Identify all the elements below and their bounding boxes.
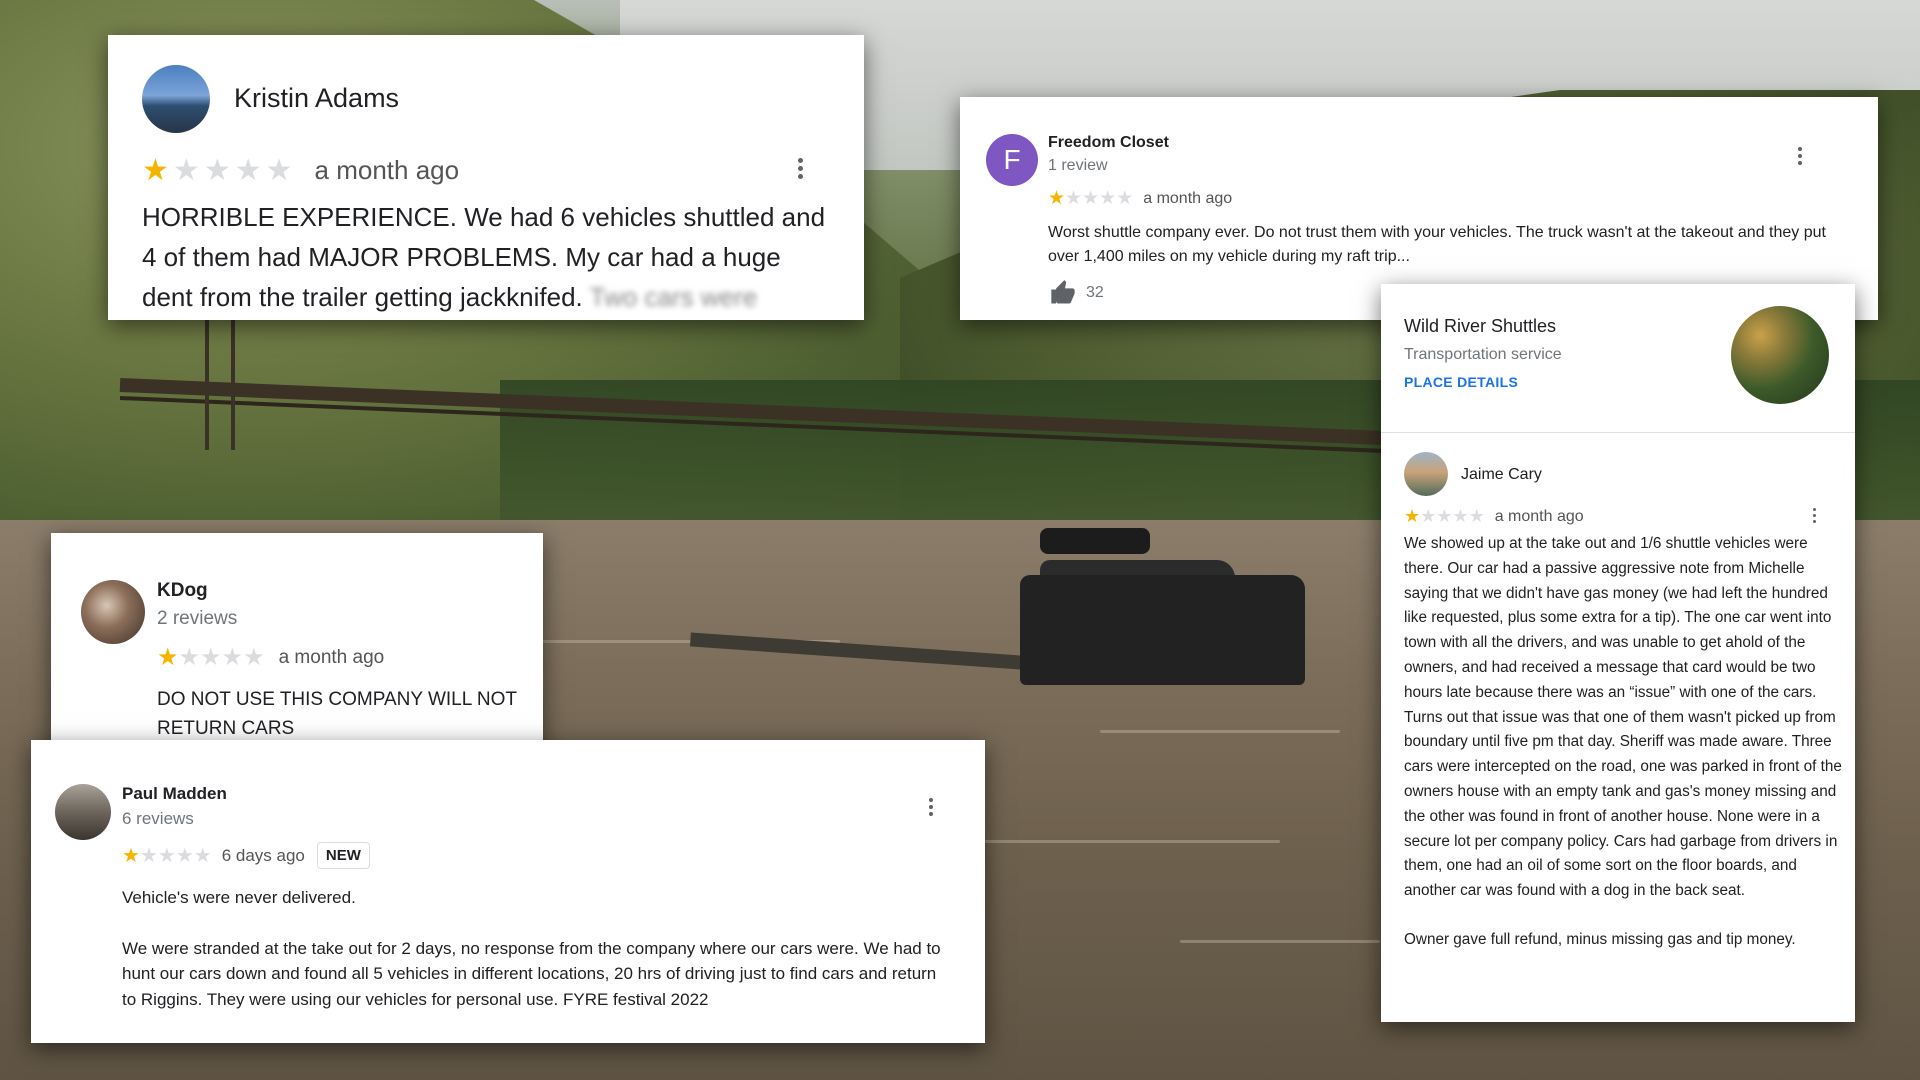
rating-row: ★ ★ ★ ★ ★ a month ago [142, 153, 459, 188]
reviewer-name[interactable]: KDog [157, 580, 208, 602]
star-empty-icon: ★ [1420, 506, 1437, 526]
star-empty-icon: ★ [1116, 188, 1134, 209]
review-text: HORRIBLE EXPERIENCE. We had 6 vehicles s… [142, 197, 832, 317]
star-filled-icon: ★ [1404, 506, 1421, 526]
business-name[interactable]: Wild River Shuttles [1404, 316, 1556, 337]
review-time: a month ago [314, 155, 460, 185]
review-card-kdog: KDog 2 reviews ★ ★ ★ ★ ★ a month ago DO NOT … [51, 533, 543, 765]
rating-row: ★ ★ ★ ★ ★ a month ago [1404, 506, 1584, 527]
star-empty-icon: ★ [243, 644, 265, 671]
review-time: a month ago [1143, 189, 1233, 207]
reviewer-name[interactable]: Freedom Closet [1048, 134, 1169, 152]
more-vert-icon[interactable] [1813, 508, 1816, 523]
star-rating: ★ ★ ★ ★ ★ [142, 153, 297, 188]
avatar[interactable] [55, 784, 111, 840]
divider [1381, 432, 1855, 433]
star-empty-icon: ★ [178, 644, 201, 671]
rating-row: ★ ★ ★ ★ ★ a month ago [157, 643, 384, 672]
star-filled-icon: ★ [157, 644, 179, 671]
star-rating: ★ ★ ★ ★ ★ [157, 643, 265, 672]
star-rating: ★ ★ ★ ★ ★ [1404, 506, 1485, 527]
star-empty-icon: ★ [234, 154, 262, 187]
star-empty-icon: ★ [1436, 506, 1453, 526]
star-filled-icon: ★ [142, 154, 169, 187]
star-empty-icon: ★ [1065, 188, 1083, 209]
review-time: a month ago [1494, 507, 1584, 525]
avatar[interactable] [81, 580, 145, 644]
review-text: Worst shuttle company ever. Do not trust… [1048, 224, 1826, 265]
star-empty-icon: ★ [221, 644, 244, 671]
review-paragraph: We were stranded at the take out for 2 d… [122, 938, 941, 1009]
star-empty-icon: ★ [1452, 506, 1469, 526]
review-card-kristin-adams: Kristin Adams ★ ★ ★ ★ ★ a month ago HORRIBLE… [108, 35, 864, 320]
thumb-up-icon [1051, 280, 1075, 304]
bridge-tower [205, 320, 235, 450]
review-count: 2 reviews [157, 608, 238, 629]
review-text-blurred: Two cars were [589, 282, 758, 312]
review-paragraph: We showed up at the take out and 1/6 shu… [1404, 535, 1842, 900]
star-filled-icon: ★ [122, 845, 140, 867]
new-badge: NEW [316, 842, 370, 869]
truck-roof-rack [1040, 528, 1150, 554]
star-rating: ★ ★ ★ ★ ★ [1048, 187, 1133, 210]
reviewer-name[interactable]: Kristin Adams [234, 83, 399, 114]
rating-row: ★ ★ ★ ★ ★ a month ago [1048, 187, 1232, 210]
avatar[interactable]: F [986, 134, 1038, 186]
review-paragraph: Vehicle's were never delivered. [122, 888, 356, 907]
star-empty-icon: ★ [172, 154, 200, 187]
submerged-pickup-truck [1020, 575, 1305, 685]
review-card-wild-river-shuttles: Wild River Shuttles Transportation servi… [1381, 284, 1855, 1022]
review-count: 6 reviews [122, 809, 194, 828]
rating-row: ★ ★ ★ ★ ★ 6 days ago NEW [122, 842, 370, 869]
like-count: 32 [1086, 284, 1104, 301]
review-time: 6 days ago [221, 845, 305, 865]
business-photo[interactable] [1731, 306, 1829, 404]
star-empty-icon: ★ [157, 845, 176, 867]
star-empty-icon: ★ [1099, 188, 1117, 209]
review-text: DO NOT USE THIS COMPANY WILL NOT RETURN … [157, 689, 517, 739]
star-empty-icon: ★ [200, 644, 222, 671]
review-count: 1 review [1048, 157, 1108, 174]
place-details-link[interactable]: PLACE DETAILS [1404, 374, 1518, 390]
review-text: Vehicle's were never delivered. We were … [122, 885, 952, 1037]
reviewer-name[interactable]: Paul Madden [122, 784, 227, 804]
star-empty-icon: ★ [175, 845, 194, 867]
more-vert-icon[interactable] [1798, 147, 1802, 165]
review-time: a month ago [278, 646, 385, 668]
avatar[interactable] [1404, 452, 1448, 496]
more-vert-icon[interactable] [798, 158, 803, 179]
star-empty-icon: ★ [139, 845, 158, 867]
review-text: We showed up at the take out and 1/6 shu… [1404, 532, 1844, 977]
business-type: Transportation service [1404, 346, 1562, 363]
review-paragraph: Owner gave full refund, minus missing ga… [1404, 930, 1796, 948]
more-vert-icon[interactable] [929, 798, 933, 816]
review-card-paul-madden: Paul Madden 6 reviews ★ ★ ★ ★ ★ 6 days ago N… [31, 740, 985, 1043]
star-empty-icon: ★ [1082, 188, 1100, 209]
star-empty-icon: ★ [203, 154, 231, 187]
star-empty-icon: ★ [1468, 506, 1485, 526]
star-filled-icon: ★ [1048, 188, 1066, 209]
star-empty-icon: ★ [265, 154, 293, 187]
avatar[interactable] [142, 65, 210, 133]
reviewer-name[interactable]: Jaime Cary [1461, 466, 1542, 484]
star-empty-icon: ★ [193, 845, 212, 867]
like-button[interactable]: 32 [1048, 279, 1104, 307]
star-rating: ★ ★ ★ ★ ★ [122, 843, 212, 868]
